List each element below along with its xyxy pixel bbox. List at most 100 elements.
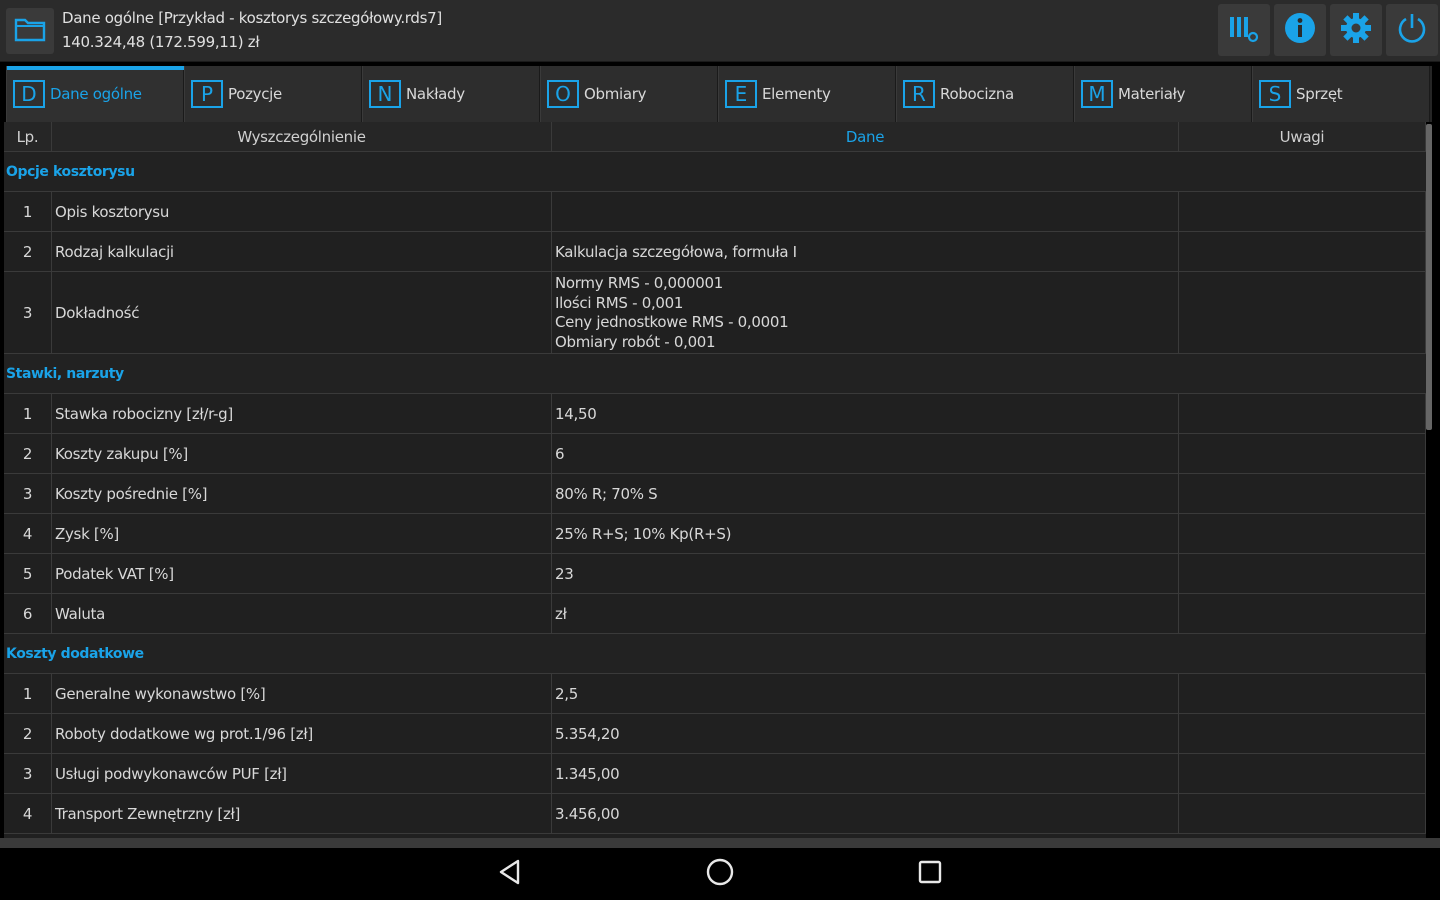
row-notes[interactable]	[1179, 594, 1426, 633]
row-value[interactable]: 23	[552, 554, 1179, 593]
column-header-wyszczegolnienie[interactable]: Wyszczególnienie	[52, 122, 552, 151]
document-title: Dane ogólne [Przykład - kosztorys szczeg…	[62, 9, 442, 27]
gear-icon	[1339, 11, 1373, 49]
table-row[interactable]: 6 Waluta zł	[4, 594, 1426, 634]
row-number: 3	[4, 474, 52, 513]
tab-pozycje[interactable]: P Pozycje	[184, 66, 362, 122]
row-value[interactable]: 80% R; 70% S	[552, 474, 1179, 513]
tab-label: Dane ogólne	[50, 85, 142, 103]
row-name: Generalne wykonawstwo [%]	[52, 674, 552, 713]
table-row[interactable]: 4 Transport Zewnętrzny [zł] 3.456,00	[4, 794, 1426, 834]
tab-key-r: R	[903, 80, 935, 108]
column-header-uwagi[interactable]: Uwagi	[1179, 122, 1426, 151]
row-value[interactable]: 3.456,00	[552, 794, 1179, 833]
section-header[interactable]: Opcje kosztorysu	[4, 152, 1426, 192]
row-name: Koszty zakupu [%]	[52, 434, 552, 473]
row-value[interactable]: 6	[552, 434, 1179, 473]
tab-key-d: D	[13, 80, 45, 108]
row-notes[interactable]	[1179, 434, 1426, 473]
row-name: Rodzaj kalkulacji	[52, 232, 552, 271]
info-button[interactable]	[1274, 4, 1326, 56]
table-row[interactable]: 3 Dokładność Normy RMS - 0,000001 Ilości…	[4, 272, 1426, 354]
row-notes[interactable]	[1179, 394, 1426, 433]
recents-button[interactable]	[910, 856, 950, 892]
general-data-table: Lp. Wyszczególnienie Dane Uwagi Opcje ko…	[4, 122, 1426, 838]
power-icon	[1395, 11, 1429, 49]
row-number: 6	[4, 594, 52, 633]
tab-label: Robocizna	[940, 85, 1014, 103]
back-button[interactable]	[490, 856, 530, 892]
tab-label: Sprzęt	[1296, 85, 1343, 103]
table-row[interactable]: 2 Koszty zakupu [%] 6	[4, 434, 1426, 474]
row-notes[interactable]	[1179, 272, 1426, 353]
row-value[interactable]: 25% R+S; 10% Kp(R+S)	[552, 514, 1179, 553]
tab-robocizna[interactable]: R Robocizna	[896, 66, 1074, 122]
row-name: Usługi podwykonawców PUF [zł]	[52, 754, 552, 793]
row-value[interactable]: 1.345,00	[552, 754, 1179, 793]
row-name: Waluta	[52, 594, 552, 633]
row-value[interactable]	[552, 192, 1179, 231]
row-value[interactable]: 5.354,20	[552, 714, 1179, 753]
precision-line: Normy RMS - 0,000001	[555, 274, 723, 292]
table-row[interactable]: 2 Rodzaj kalkulacji Kalkulacja szczegóło…	[4, 232, 1426, 272]
columns-settings-button[interactable]	[1218, 4, 1270, 56]
recents-icon	[917, 859, 943, 889]
tab-dane-ogolne[interactable]: D Dane ogólne	[6, 66, 187, 122]
row-number: 2	[4, 434, 52, 473]
tab-obmiary[interactable]: O Obmiary	[540, 66, 718, 122]
row-notes[interactable]	[1179, 474, 1426, 513]
row-notes[interactable]	[1179, 674, 1426, 713]
row-number: 4	[4, 794, 52, 833]
tab-elementy[interactable]: E Elementy	[718, 66, 896, 122]
row-notes[interactable]	[1179, 794, 1426, 833]
tab-naklady[interactable]: N Nakłady	[362, 66, 540, 122]
system-navigation-bar	[0, 848, 1440, 900]
table-row[interactable]: 3 Koszty pośrednie [%] 80% R; 70% S	[4, 474, 1426, 514]
open-file-button[interactable]	[6, 8, 54, 54]
power-button[interactable]	[1386, 4, 1438, 56]
row-value[interactable]: zł	[552, 594, 1179, 633]
table-row[interactable]: 1 Stawka robocizny [zł/r-g] 14,50	[4, 394, 1426, 434]
tab-label: Materiały	[1118, 85, 1186, 103]
row-notes[interactable]	[1179, 232, 1426, 271]
section-header[interactable]: Koszty dodatkowe	[4, 634, 1426, 674]
row-value[interactable]: 2,5	[552, 674, 1179, 713]
tab-key-m: M	[1081, 80, 1113, 108]
table-row[interactable]: 1 Generalne wykonawstwo [%] 2,5	[4, 674, 1426, 714]
table-row[interactable]: 5 Podatek VAT [%] 23	[4, 554, 1426, 594]
table-row[interactable]: 4 Zysk [%] 25% R+S; 10% Kp(R+S)	[4, 514, 1426, 554]
row-value-multiline[interactable]: Normy RMS - 0,000001 Ilości RMS - 0,001 …	[552, 272, 1179, 353]
row-notes[interactable]	[1179, 714, 1426, 753]
column-header-lp[interactable]: Lp.	[4, 122, 52, 151]
row-number: 1	[4, 394, 52, 433]
row-number: 5	[4, 554, 52, 593]
row-notes[interactable]	[1179, 754, 1426, 793]
column-header-dane[interactable]: Dane	[552, 122, 1179, 151]
section-header[interactable]: Stawki, narzuty	[4, 354, 1426, 394]
bottom-divider	[0, 838, 1440, 848]
row-notes[interactable]	[1179, 192, 1426, 231]
settings-button[interactable]	[1330, 4, 1382, 56]
row-name: Koszty pośrednie [%]	[52, 474, 552, 513]
row-notes[interactable]	[1179, 554, 1426, 593]
home-icon	[705, 857, 735, 891]
tab-label: Nakłady	[406, 85, 465, 103]
table-row[interactable]: 3 Usługi podwykonawców PUF [zł] 1.345,00	[4, 754, 1426, 794]
row-notes[interactable]	[1179, 514, 1426, 553]
tab-key-p: P	[191, 80, 223, 108]
table-row[interactable]: 1 Opis kosztorysu	[4, 192, 1426, 232]
table-scrollbar[interactable]	[1426, 124, 1432, 430]
tab-label: Obmiary	[584, 85, 647, 103]
app-header: Dane ogólne [Przykład - kosztorys szczeg…	[0, 0, 1440, 62]
back-icon	[497, 858, 523, 890]
row-value[interactable]: Kalkulacja szczegółowa, formuła I	[552, 232, 1179, 271]
tab-materialy[interactable]: M Materiały	[1074, 66, 1252, 122]
table-row[interactable]: 2 Roboty dodatkowe wg prot.1/96 [zł] 5.3…	[4, 714, 1426, 754]
row-number: 1	[4, 192, 52, 231]
home-button[interactable]	[700, 856, 740, 892]
tab-key-e: E	[725, 80, 757, 108]
row-value[interactable]: 14,50	[552, 394, 1179, 433]
tab-key-s: S	[1259, 80, 1291, 108]
precision-line: Ceny jednostkowe RMS - 0,0001	[555, 313, 789, 331]
tab-sprzet[interactable]: S Sprzęt	[1252, 66, 1430, 122]
